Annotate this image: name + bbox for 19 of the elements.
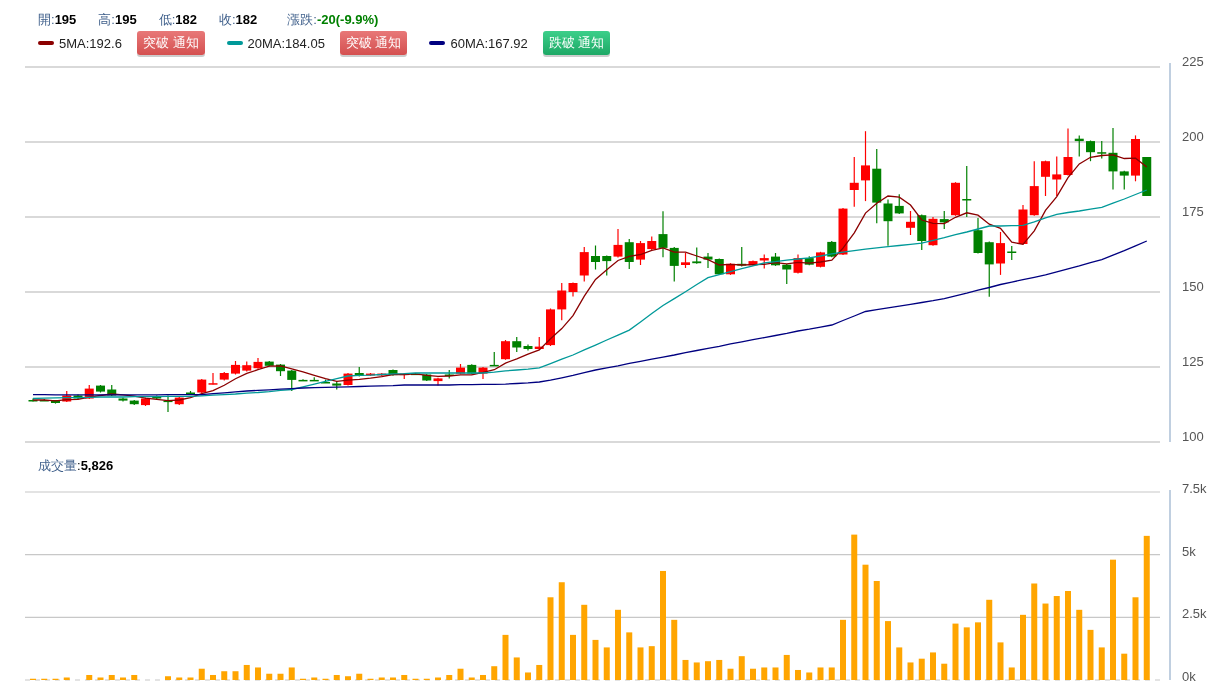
axis-tick-label: 7.5k [1182,481,1207,496]
legend-label: 20MA:184.05 [247,35,325,51]
axis-tick-label: 225 [1182,55,1204,69]
legend-label: 5MA:192.6 [59,35,122,51]
axis-tick-label: 0k [1182,668,1196,684]
axis-tick-label: 150 [1182,279,1204,294]
quote-value: 低:182 [158,11,197,29]
axis-tick-label: 125 [1182,354,1204,369]
axis-tick-label: 200 [1182,129,1204,144]
axis-tick-label: 2.5k [1182,606,1207,622]
quote-value: 高:195 [98,11,137,29]
legend-label: 60MA:167.92 [450,35,528,51]
volume-value: 成交量:5,826 [38,456,114,475]
quote-value: 收:182 [219,11,258,29]
axis-tick-label: 100 [1182,429,1204,444]
quote-value: 開:195 [38,11,77,29]
axis-tick-label: 5k [1182,543,1196,559]
axis-tick-label: 175 [1182,204,1204,219]
price-change: 漲跌:-20(-9.9%) [287,11,379,29]
